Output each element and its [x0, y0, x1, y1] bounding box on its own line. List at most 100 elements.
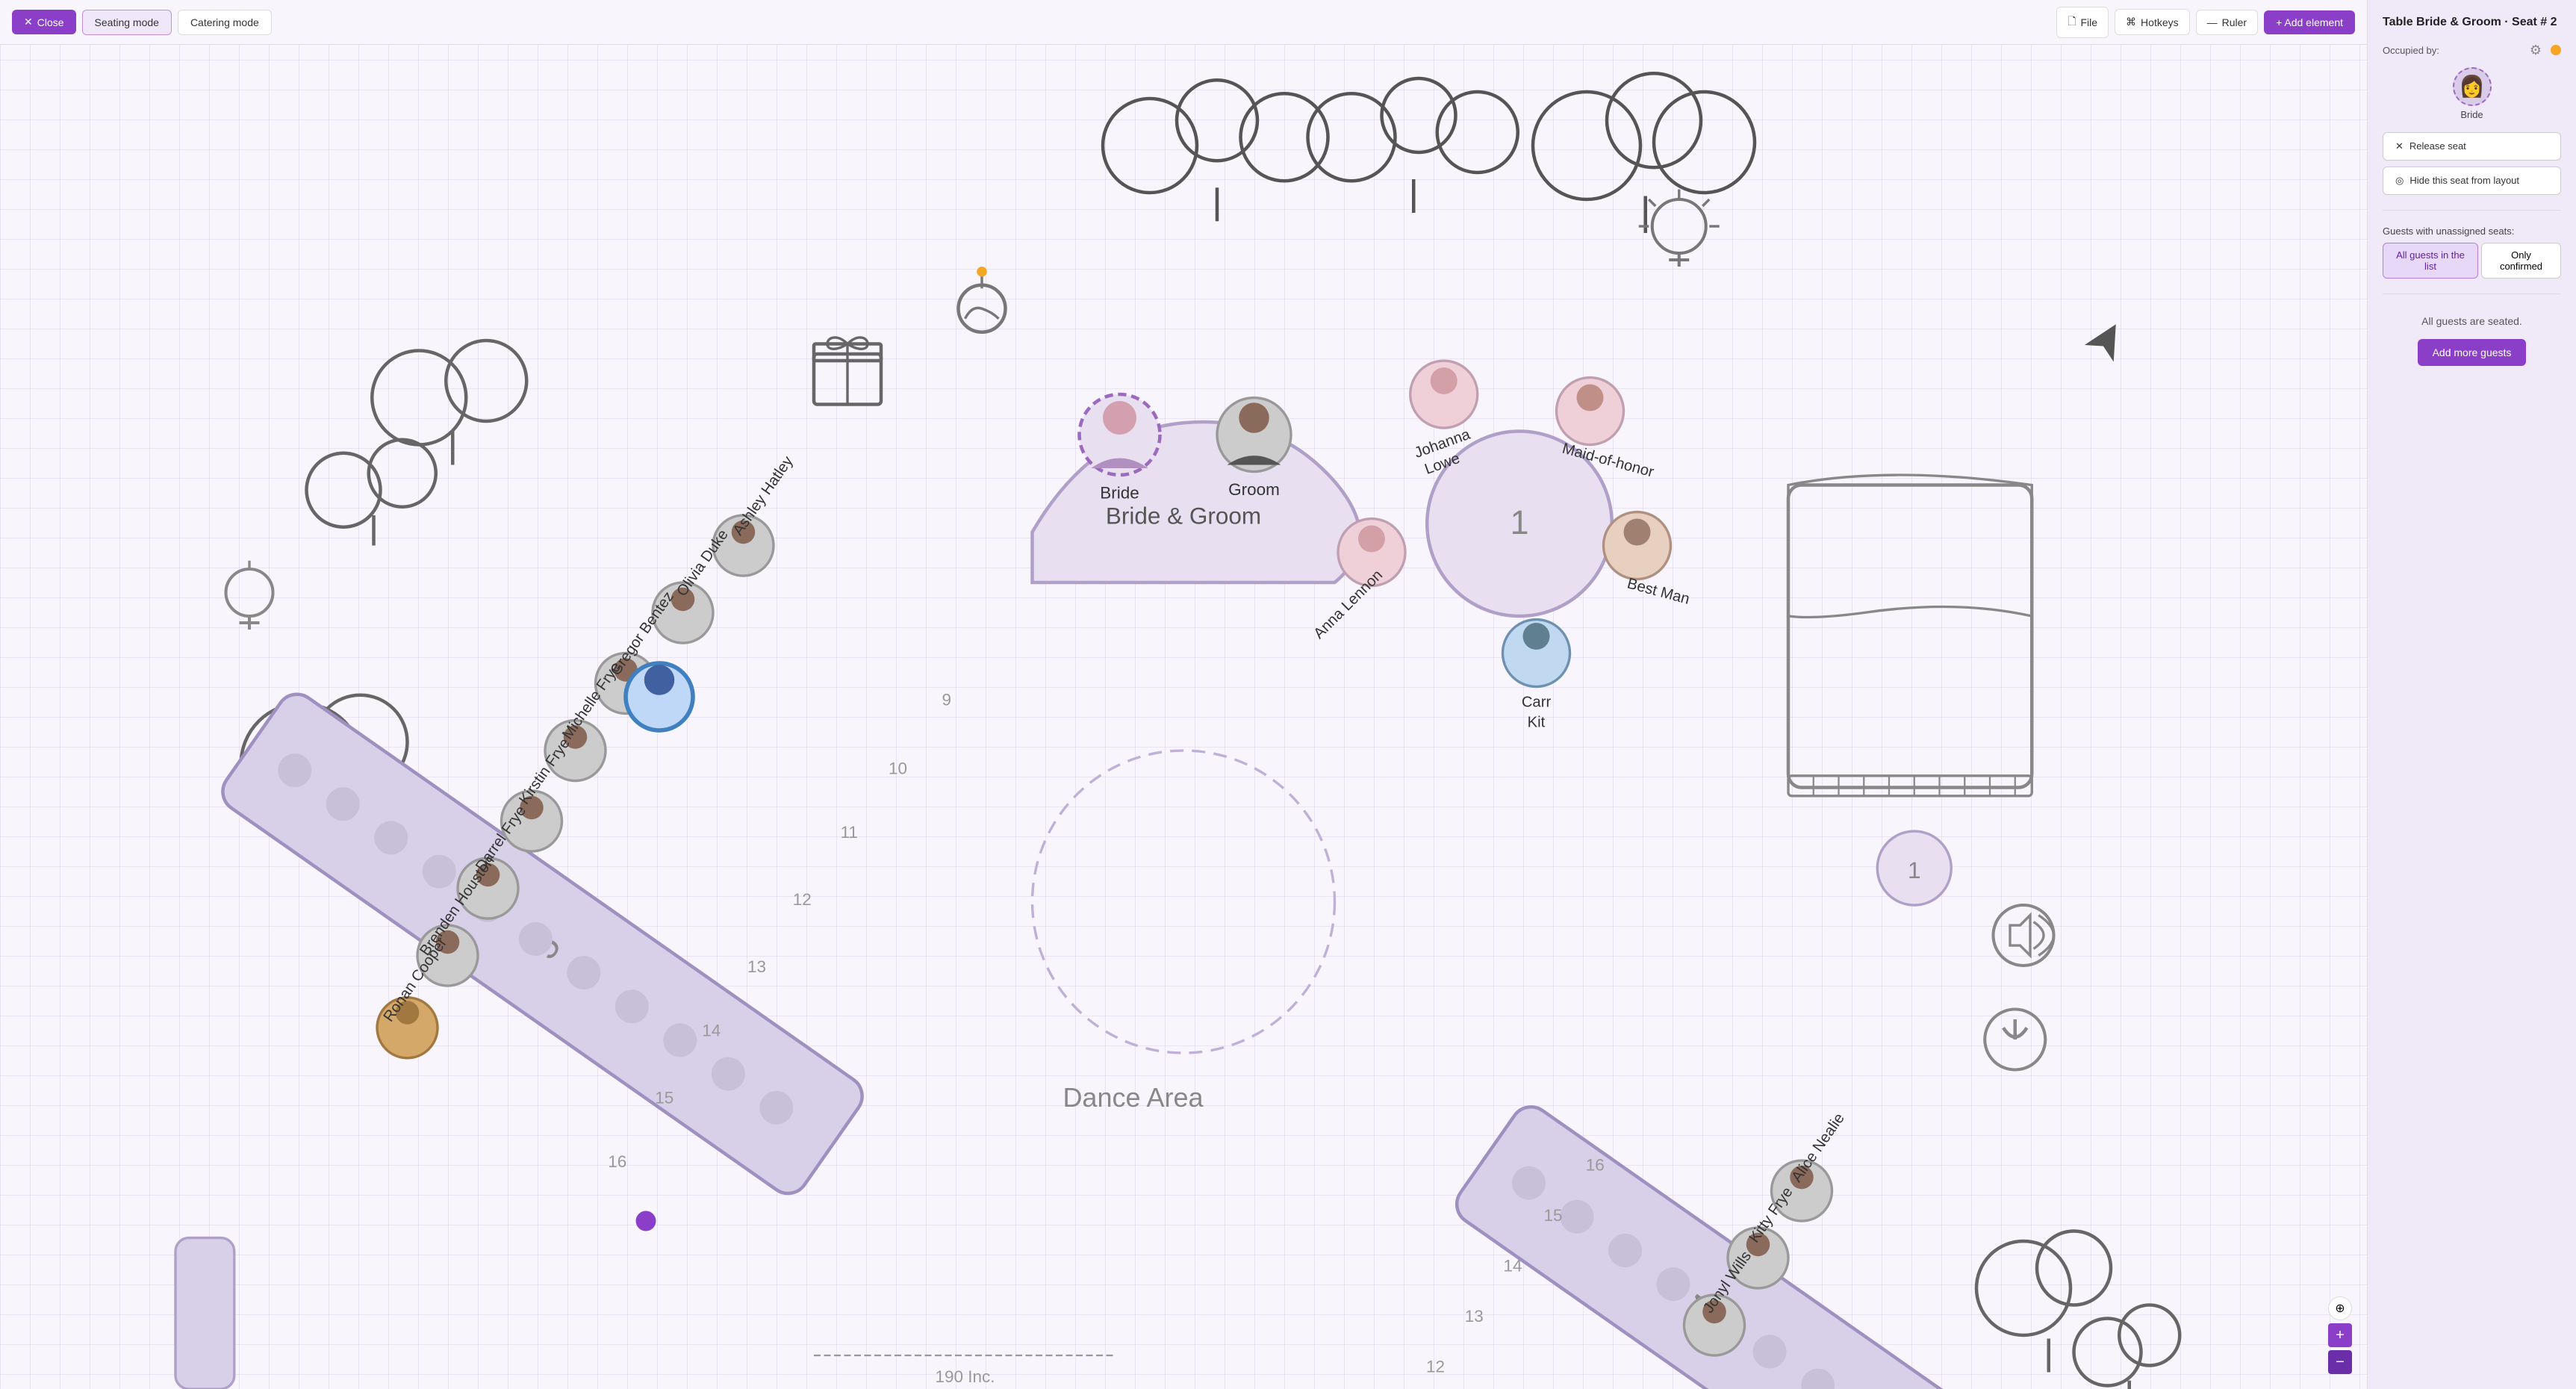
- svg-text:10: 10: [889, 759, 907, 778]
- olivia-avatar[interactable]: Olivia Duke: [653, 526, 732, 643]
- add-element-button[interactable]: + Add element: [2264, 10, 2355, 34]
- file-icon: 🗋: [2068, 13, 2076, 31]
- divider-2: [2383, 293, 2561, 294]
- toolbar: ✕ Close Seating mode Catering mode 🗋 Fil…: [0, 0, 2367, 45]
- occupied-label: Occupied by:: [2383, 45, 2439, 56]
- svg-text:11: 11: [841, 823, 858, 842]
- lightbulb-decoration: [1639, 190, 1720, 267]
- svg-text:Carr: Carr: [1522, 694, 1552, 711]
- catering-mode-label: Catering mode: [190, 16, 259, 28]
- tree-left-1: [372, 341, 526, 465]
- svg-text:9: 9: [942, 690, 951, 709]
- file-label: File: [2080, 16, 2097, 28]
- svg-text:14: 14: [702, 1022, 721, 1040]
- tree-decoration-1: [1103, 80, 1328, 221]
- eye-icon: ◎: [2395, 175, 2404, 187]
- svg-text:Best Man: Best Man: [1625, 576, 1691, 608]
- guests-header: Guests with unassigned seats:: [2383, 226, 2561, 237]
- seating-mode-label: Seating mode: [95, 16, 159, 28]
- dance-area-label: Dance Area: [1063, 1082, 1204, 1113]
- add-element-label: + Add element: [2276, 16, 2343, 28]
- svg-text:Bride: Bride: [1100, 484, 1139, 503]
- actions-section: ✕ Release seat ◎ Hide this seat from lay…: [2383, 132, 2561, 195]
- sidebar-title: Table Bride & Groom · Seat # 2: [2383, 15, 2561, 31]
- map-controls: ⊕ + −: [2328, 1296, 2352, 1374]
- svg-text:12: 12: [1426, 1358, 1445, 1376]
- lightbulb-left: [226, 561, 273, 630]
- svg-text:190 Inc.: 190 Inc.: [935, 1367, 995, 1386]
- tree-bottom-right-2: [2074, 1305, 2180, 1389]
- catering-mode-button[interactable]: Catering mode: [178, 10, 272, 35]
- zoom-out-button[interactable]: −: [2328, 1350, 2352, 1374]
- svg-text:13: 13: [747, 957, 766, 976]
- release-seat-button[interactable]: ✕ Release seat: [2383, 132, 2561, 161]
- guest-name: Bride: [2460, 109, 2483, 120]
- gear-icon[interactable]: ⚙: [2530, 43, 2542, 58]
- x-icon: ✕: [2395, 140, 2404, 152]
- floor-plan-svg[interactable]: Bride & Groom Bride Groom 1: [0, 45, 2367, 1389]
- guest-avatar: 👩: [2453, 67, 2492, 106]
- sidebar: Table Bride & Groom · Seat # 2 Occupied …: [2367, 0, 2576, 1389]
- ruler-label: Ruler: [2222, 16, 2247, 28]
- purple-marker: [636, 1211, 656, 1231]
- cake-decoration: [959, 267, 1006, 332]
- hotkeys-button[interactable]: ⌘ Hotkeys: [2115, 9, 2190, 35]
- svg-text:16: 16: [1586, 1156, 1605, 1175]
- svg-text:1: 1: [1908, 857, 1921, 883]
- filter-all-button[interactable]: All guests in the list: [2383, 243, 2478, 279]
- all-seated-text: All guests are seated.: [2421, 309, 2522, 333]
- tree-left-2: [307, 440, 436, 546]
- filter-tabs: All guests in the list Only confirmed: [2383, 243, 2561, 279]
- compass-icon: ⊕: [2335, 1301, 2345, 1316]
- occupied-section: Occupied by: ⚙ 👩 Bride: [2383, 43, 2561, 120]
- filter-confirmed-label: Only confirmed: [2500, 249, 2542, 272]
- hide-seat-label: Hide this seat from layout: [2409, 175, 2519, 186]
- power-decoration: [1985, 1010, 2045, 1070]
- filter-confirmed-button[interactable]: Only confirmed: [2481, 243, 2561, 279]
- ronan-avatar[interactable]: Ronan Cooper: [377, 935, 450, 1058]
- close-icon: ✕: [24, 16, 33, 28]
- file-button[interactable]: 🗋 File: [2056, 7, 2109, 38]
- canvas-content[interactable]: Bride & Groom Bride Groom 1: [0, 45, 2367, 1389]
- hotkeys-label: Hotkeys: [2141, 16, 2179, 28]
- close-button[interactable]: ✕ Close: [12, 10, 76, 34]
- ashley-avatar[interactable]: Ashley Hatley: [713, 453, 797, 576]
- svg-text:15: 15: [655, 1089, 673, 1107]
- status-dot: [2551, 45, 2561, 55]
- ruler-icon: —: [2207, 16, 2218, 28]
- toolbar-right: 🗋 File ⌘ Hotkeys — Ruler + Add element: [2056, 7, 2355, 38]
- svg-text:Kit: Kit: [1528, 715, 1546, 731]
- tree-decoration-3: [1533, 73, 1755, 233]
- svg-text:13: 13: [1465, 1307, 1484, 1326]
- all-seated-section: All guests are seated. Add more guests: [2383, 309, 2561, 366]
- highlighted-avatar[interactable]: [626, 663, 693, 730]
- hide-seat-button[interactable]: ◎ Hide this seat from layout: [2383, 167, 2561, 195]
- zoom-in-button[interactable]: +: [2328, 1323, 2352, 1347]
- carr-avatar[interactable]: Carr Kit: [1503, 620, 1570, 731]
- zoom-in-icon: +: [2336, 1327, 2345, 1344]
- bestman-avatar[interactable]: Best Man: [1604, 512, 1692, 608]
- svg-text:Bride & Groom: Bride & Groom: [1106, 502, 1261, 529]
- add-more-guests-button[interactable]: Add more guests: [2418, 339, 2527, 366]
- seating-mode-button[interactable]: Seating mode: [82, 10, 172, 35]
- svg-text:1: 1: [1510, 503, 1528, 541]
- navigate-icon: [2085, 316, 2130, 361]
- filter-all-label: All guests in the list: [2396, 249, 2465, 272]
- table-small-1[interactable]: 1: [1877, 831, 1951, 905]
- svg-text:12: 12: [793, 890, 812, 909]
- release-seat-label: Release seat: [2409, 140, 2466, 152]
- zoom-out-icon: −: [2336, 1354, 2345, 1371]
- svg-text:14: 14: [1503, 1257, 1522, 1275]
- ruler-button[interactable]: — Ruler: [2196, 10, 2258, 35]
- speaker-decoration: [1994, 905, 2054, 966]
- occupied-row: Occupied by: ⚙: [2383, 43, 2561, 58]
- hotkeys-icon: ⌘: [2126, 16, 2136, 28]
- close-label: Close: [37, 16, 64, 28]
- compass-button[interactable]: ⊕: [2328, 1296, 2352, 1320]
- piano-decoration: [1788, 475, 2032, 796]
- tree-decoration-2: [1308, 78, 1518, 213]
- guests-section: Guests with unassigned seats: All guests…: [2383, 226, 2561, 279]
- svg-text:15: 15: [1543, 1206, 1562, 1225]
- gift-decoration: [814, 338, 881, 405]
- tree-bottom-right-1: [1976, 1231, 2111, 1373]
